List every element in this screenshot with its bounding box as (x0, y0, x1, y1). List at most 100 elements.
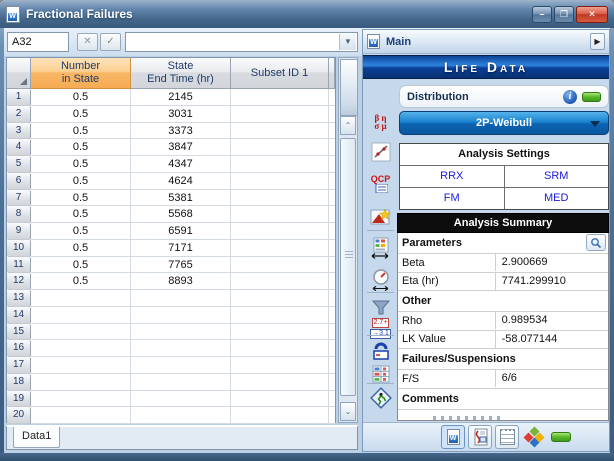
cell[interactable]: 0.5 (31, 89, 131, 106)
maximize-button[interactable]: ❐ (554, 6, 574, 23)
simulation-icon[interactable] (368, 386, 393, 410)
cell[interactable]: 0.5 (31, 139, 131, 156)
cell[interactable] (31, 290, 131, 307)
cell[interactable] (231, 391, 329, 408)
cell[interactable] (329, 357, 335, 374)
vertical-scrollbar[interactable]: ⌃ ⌄ (338, 57, 358, 423)
dashboard-button[interactable] (522, 425, 546, 449)
row-header[interactable]: 17 (7, 357, 31, 374)
cell[interactable]: 0.5 (31, 156, 131, 173)
cell[interactable]: 0.5 (31, 257, 131, 274)
cell[interactable] (329, 374, 335, 391)
cell[interactable] (231, 407, 329, 424)
cell[interactable]: 0.5 (31, 106, 131, 123)
setting-link-fm[interactable]: FM (400, 188, 505, 209)
column-header-state-end-time[interactable]: State End Time (hr) (131, 58, 231, 89)
row-header[interactable]: 1 (7, 89, 31, 106)
cell[interactable] (231, 340, 329, 357)
cell[interactable] (31, 340, 131, 357)
cell[interactable]: 7171 (131, 240, 231, 257)
scroll-down-icon[interactable]: ⌄ (340, 402, 356, 421)
formula-dropdown-icon[interactable]: ▼ (339, 34, 356, 50)
cell[interactable] (31, 407, 131, 424)
cell[interactable] (231, 206, 329, 223)
row-header[interactable]: 20 (7, 407, 31, 424)
probability-plot-icon[interactable] (368, 140, 393, 164)
cell[interactable] (329, 206, 335, 223)
row-header[interactable]: 18 (7, 374, 31, 391)
cell[interactable] (31, 307, 131, 324)
cell[interactable] (131, 407, 231, 424)
report-button[interactable] (468, 425, 492, 449)
cell[interactable] (329, 89, 335, 106)
cell[interactable]: 3373 (131, 123, 231, 140)
setting-link-med[interactable]: MED (505, 188, 609, 209)
splitter-handle[interactable] (433, 416, 503, 420)
setting-link-srm[interactable]: SRM (505, 166, 609, 187)
cell[interactable]: 0.5 (31, 240, 131, 257)
row-header[interactable]: 7 (7, 190, 31, 207)
cell[interactable] (231, 156, 329, 173)
transfer-data-icon[interactable] (368, 236, 393, 260)
cell[interactable] (131, 340, 231, 357)
cell[interactable] (329, 223, 335, 240)
cell[interactable] (231, 257, 329, 274)
row-header[interactable]: 14 (7, 307, 31, 324)
decimal-precision-icon[interactable]: 2.7+ →3.1 (368, 316, 393, 340)
scroll-up-icon[interactable]: ⌃ (340, 116, 356, 135)
column-header-partial[interactable] (329, 58, 335, 89)
status-button[interactable] (549, 425, 573, 449)
cell[interactable] (231, 190, 329, 207)
panel-expand-icon[interactable]: ▶ (590, 33, 605, 50)
cell[interactable] (231, 139, 329, 156)
cell[interactable] (231, 290, 329, 307)
row-header[interactable]: 10 (7, 240, 31, 257)
cell[interactable] (231, 123, 329, 140)
row-header[interactable]: 12 (7, 273, 31, 290)
panel-header[interactable]: W Main ▶ (363, 30, 609, 54)
cell[interactable] (231, 89, 329, 106)
cell[interactable] (329, 257, 335, 274)
confirm-entry-button[interactable]: ✓ (100, 33, 121, 51)
cell[interactable] (329, 340, 335, 357)
cancel-entry-button[interactable]: ✕ (77, 33, 98, 51)
close-button[interactable]: ✕ (576, 6, 608, 23)
row-header[interactable]: 8 (7, 206, 31, 223)
sheet-tab-data1[interactable]: Data1 (13, 427, 60, 448)
row-header[interactable]: 6 (7, 173, 31, 190)
distribution-dropdown[interactable]: 2P-Weibull (399, 111, 609, 135)
cell[interactable] (231, 324, 329, 341)
window-titlebar[interactable]: W Fractional Failures – ❐ ✕ (0, 0, 614, 28)
cell[interactable] (329, 307, 335, 324)
cell[interactable]: 0.5 (31, 206, 131, 223)
magnifier-button[interactable] (586, 234, 606, 251)
cell[interactable] (131, 324, 231, 341)
cell[interactable] (231, 374, 329, 391)
formula-input[interactable]: ▼ (125, 32, 358, 52)
cell[interactable] (231, 273, 329, 290)
cell[interactable]: 3847 (131, 139, 231, 156)
row-header[interactable]: 5 (7, 156, 31, 173)
row-header[interactable]: 3 (7, 123, 31, 140)
qcp-icon[interactable]: QCP (368, 171, 393, 195)
cell[interactable]: 2145 (131, 89, 231, 106)
cell[interactable] (329, 290, 335, 307)
row-header[interactable]: 4 (7, 139, 31, 156)
cell[interactable] (329, 156, 335, 173)
row-header[interactable]: 15 (7, 324, 31, 341)
setting-link-rrx[interactable]: RRX (400, 166, 505, 187)
cell[interactable] (329, 407, 335, 424)
row-header[interactable]: 16 (7, 340, 31, 357)
cell[interactable] (131, 374, 231, 391)
cell[interactable]: 7765 (131, 257, 231, 274)
column-header-number-in-state[interactable]: Number in State (31, 58, 131, 89)
workbook-button[interactable] (495, 425, 519, 449)
cell[interactable] (329, 391, 335, 408)
cell[interactable]: 8893 (131, 273, 231, 290)
cell[interactable] (31, 391, 131, 408)
cell[interactable] (31, 374, 131, 391)
cell[interactable]: 5568 (131, 206, 231, 223)
cell[interactable]: 0.5 (31, 190, 131, 207)
minimize-button[interactable]: – (532, 6, 552, 23)
info-icon[interactable]: i (563, 90, 577, 104)
